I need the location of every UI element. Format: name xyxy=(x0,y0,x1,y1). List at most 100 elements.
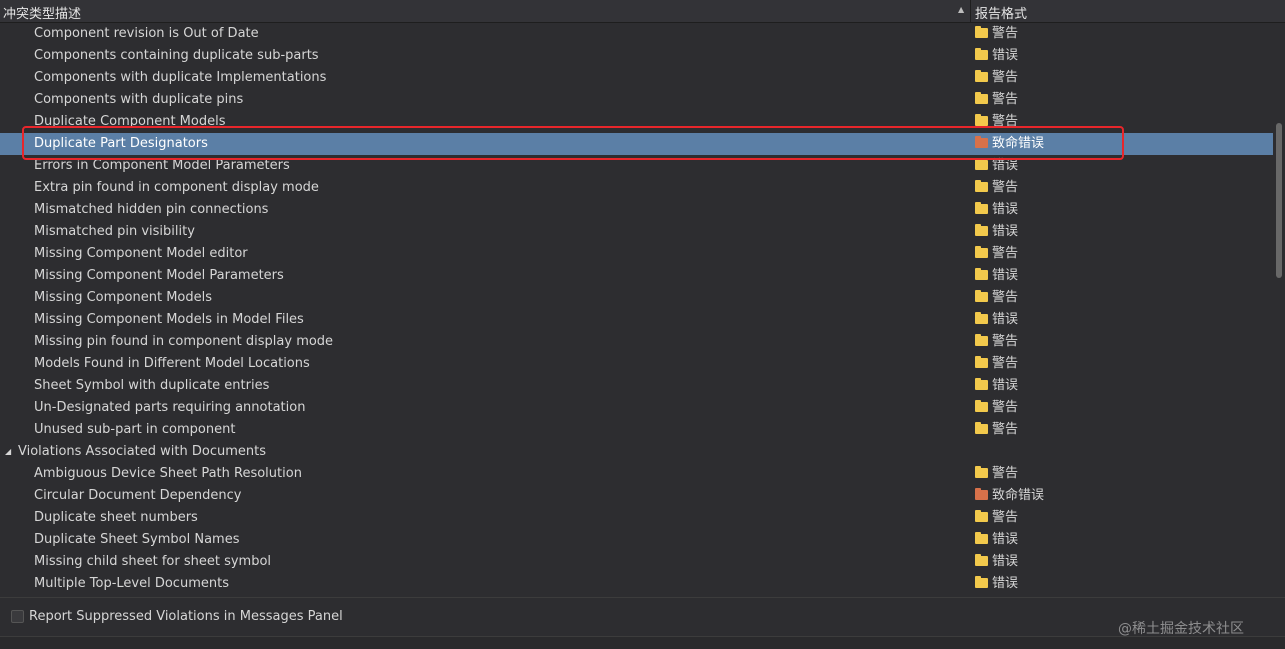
report-format-cell[interactable]: 警告 xyxy=(975,177,1018,199)
table-row[interactable]: Mismatched pin visibility 错误 xyxy=(0,221,1273,243)
folder-icon xyxy=(975,158,988,170)
report-format-cell[interactable]: 错误 xyxy=(975,309,1018,331)
watermark-text: @稀土掘金技术社区 xyxy=(1118,621,1244,637)
table-row[interactable]: Ambiguous Device Sheet Path Resolution 警告 xyxy=(0,463,1273,485)
report-format-cell[interactable]: 警告 xyxy=(975,463,1018,485)
report-format-label: 错误 xyxy=(992,158,1019,173)
report-format-cell[interactable]: 警告 xyxy=(975,507,1018,529)
table-row[interactable]: Missing Component Model Parameters 错误 xyxy=(0,265,1273,287)
folder-icon xyxy=(975,422,988,434)
report-format-label: 错误 xyxy=(992,554,1019,569)
folder-icon xyxy=(975,48,988,60)
violation-name: Un-Designated parts requiring annotation xyxy=(34,400,306,415)
report-format-label: 警告 xyxy=(992,356,1019,371)
violation-name: Multiple Top-Level Documents xyxy=(34,576,229,591)
report-format-label: 错误 xyxy=(992,312,1019,327)
report-format-cell[interactable]: 错误 xyxy=(975,375,1018,397)
collapse-triangle-icon[interactable]: ◢ xyxy=(5,441,11,463)
report-format-label: 错误 xyxy=(992,48,1019,63)
report-format-cell[interactable]: 警告 xyxy=(975,287,1018,309)
column-header-description[interactable]: 冲突类型描述 xyxy=(3,3,81,22)
violation-name: Missing Component Models in Model Files xyxy=(34,312,304,327)
violation-name: Missing pin found in component display m… xyxy=(34,334,334,349)
report-format-label: 错误 xyxy=(992,378,1019,393)
violation-name: Components containing duplicate sub-part… xyxy=(34,48,319,63)
table-row[interactable]: Components with duplicate pins 警告 xyxy=(0,89,1273,111)
report-format-cell[interactable]: 致命错误 xyxy=(975,485,1044,507)
report-format-cell[interactable]: 错误 xyxy=(975,529,1018,551)
report-format-cell[interactable]: 错误 xyxy=(975,573,1018,595)
report-suppressed-label[interactable]: Report Suppressed Violations in Messages… xyxy=(29,609,343,624)
footer-bar: Report Suppressed Violations in Messages… xyxy=(0,597,1285,636)
report-format-cell[interactable]: 警告 xyxy=(975,67,1018,89)
table-row[interactable]: Components containing duplicate sub-part… xyxy=(0,45,1273,67)
report-format-cell[interactable]: 错误 xyxy=(975,45,1018,67)
report-format-cell[interactable]: 警告 xyxy=(975,419,1018,441)
scrollbar-thumb[interactable] xyxy=(1276,123,1282,278)
column-header-report-format[interactable]: 报告格式 xyxy=(975,3,1027,22)
table-row[interactable]: Unused sub-part in component 警告 xyxy=(0,419,1273,441)
report-format-cell[interactable]: 错误 xyxy=(975,551,1018,573)
folder-icon xyxy=(975,356,988,368)
report-format-cell[interactable]: 错误 xyxy=(975,221,1018,243)
folder-icon xyxy=(975,400,988,412)
report-format-cell[interactable]: 警告 xyxy=(975,23,1018,45)
table-row[interactable]: Extra pin found in component display mod… xyxy=(0,177,1273,199)
table-row[interactable]: Duplicate Part Designators 致命错误 xyxy=(0,133,1273,155)
report-format-cell[interactable]: 警告 xyxy=(975,353,1018,375)
violation-name: Missing Component Model Parameters xyxy=(34,268,284,283)
violation-name: Component revision is Out of Date xyxy=(34,26,259,41)
report-format-label: 错误 xyxy=(992,202,1019,217)
report-format-cell[interactable]: 警告 xyxy=(975,331,1018,353)
report-format-cell[interactable]: 错误 xyxy=(975,265,1018,287)
violation-name: Missing Component Model editor xyxy=(34,246,248,261)
report-format-cell[interactable]: 警告 xyxy=(975,89,1018,111)
group-label: Violations Associated with Documents xyxy=(18,444,266,459)
table-row[interactable]: Missing Component Model editor 警告 xyxy=(0,243,1273,265)
group-row-documents[interactable]: ◢ Violations Associated with Documents xyxy=(0,441,1273,463)
folder-icon xyxy=(975,202,988,214)
report-format-cell[interactable]: 致命错误 xyxy=(975,133,1044,155)
folder-icon xyxy=(975,290,988,302)
table-row[interactable]: Missing Component Models 警告 xyxy=(0,287,1273,309)
report-format-cell[interactable]: 错误 xyxy=(975,155,1018,177)
table-row[interactable]: Duplicate Component Models 警告 xyxy=(0,111,1273,133)
table-row[interactable]: Errors in Component Model Parameters 错误 xyxy=(0,155,1273,177)
table-row[interactable]: Component revision is Out of Date 警告 xyxy=(0,23,1273,45)
report-format-label: 警告 xyxy=(992,334,1019,349)
report-format-cell[interactable]: 错误 xyxy=(975,199,1018,221)
violation-name: Mismatched hidden pin connections xyxy=(34,202,269,217)
sort-ascending-icon[interactable]: ▲ xyxy=(958,5,964,14)
report-format-label: 警告 xyxy=(992,26,1019,41)
report-format-label: 警告 xyxy=(992,466,1019,481)
table-row[interactable]: Models Found in Different Model Location… xyxy=(0,353,1273,375)
report-format-cell[interactable]: 警告 xyxy=(975,111,1018,133)
table-row[interactable]: Circular Document Dependency 致命错误 xyxy=(0,485,1273,507)
table-row[interactable]: Mismatched hidden pin connections 错误 xyxy=(0,199,1273,221)
table-row[interactable]: Sheet Symbol with duplicate entries 错误 xyxy=(0,375,1273,397)
report-format-cell[interactable]: 警告 xyxy=(975,243,1018,265)
table-row[interactable]: Missing child sheet for sheet symbol 错误 xyxy=(0,551,1273,573)
folder-icon xyxy=(975,334,988,346)
column-divider[interactable] xyxy=(970,0,971,22)
table-row[interactable]: Components with duplicate Implementation… xyxy=(0,67,1273,89)
violation-name: Duplicate sheet numbers xyxy=(34,510,198,525)
folder-icon xyxy=(975,224,988,236)
vertical-scrollbar[interactable] xyxy=(1273,23,1285,597)
table-row[interactable]: Missing pin found in component display m… xyxy=(0,331,1273,353)
report-format-label: 错误 xyxy=(992,532,1019,547)
folder-icon xyxy=(975,532,988,544)
violation-list: Component revision is Out of Date 警告 Compo… xyxy=(0,23,1273,597)
report-format-label: 警告 xyxy=(992,510,1019,525)
table-row[interactable]: Missing Component Models in Model Files 错… xyxy=(0,309,1273,331)
report-format-label: 致命错误 xyxy=(992,488,1045,503)
violation-name: Mismatched pin visibility xyxy=(34,224,195,239)
table-row[interactable]: Multiple Top-Level Documents 错误 xyxy=(0,573,1273,595)
table-row[interactable]: Duplicate Sheet Symbol Names 错误 xyxy=(0,529,1273,551)
report-suppressed-checkbox[interactable] xyxy=(11,610,24,623)
report-format-cell[interactable]: 警告 xyxy=(975,397,1018,419)
table-row[interactable]: Duplicate sheet numbers 警告 xyxy=(0,507,1273,529)
violation-name: Sheet Symbol with duplicate entries xyxy=(34,378,270,393)
report-format-label: 错误 xyxy=(992,224,1019,239)
table-row[interactable]: Un-Designated parts requiring annotation… xyxy=(0,397,1273,419)
